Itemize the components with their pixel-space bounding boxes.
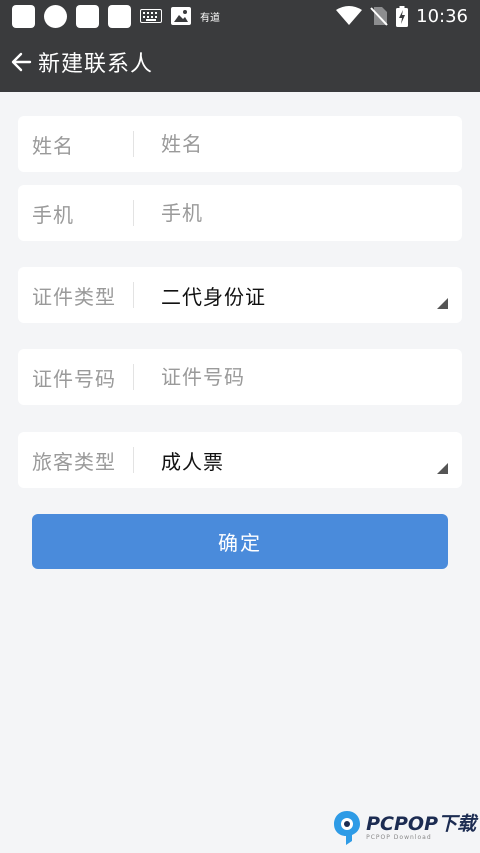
wifi-icon bbox=[336, 6, 363, 25]
system-icons: 10:36 bbox=[336, 5, 480, 27]
id-type-label: 证件类型 bbox=[32, 284, 116, 309]
dropdown-triangle-icon[interactable] bbox=[437, 463, 448, 474]
watermark-text-group: PCPOP下载 PCPOP Download bbox=[366, 813, 476, 842]
back-arrow-icon[interactable] bbox=[10, 51, 32, 73]
phone-row: 手机 bbox=[18, 185, 462, 241]
notification-app-icon bbox=[76, 4, 99, 28]
phone-input[interactable] bbox=[161, 201, 462, 225]
status-bar: 有道 10:36 bbox=[0, 0, 480, 32]
phone-label: 手机 bbox=[32, 202, 74, 227]
name-label: 姓名 bbox=[32, 133, 74, 158]
app-bar: 新建联系人 bbox=[0, 32, 480, 92]
divider bbox=[133, 364, 134, 390]
watermark-subtext: PCPOP Download bbox=[366, 834, 432, 841]
notification-app-icon bbox=[108, 4, 131, 28]
id-number-row: 证件号码 bbox=[18, 349, 462, 405]
passenger-type-row[interactable]: 旅客类型 成人票 bbox=[18, 432, 462, 488]
pcpop-logo-icon bbox=[334, 811, 361, 845]
notification-app-icon bbox=[12, 4, 35, 28]
battery-charging-icon bbox=[396, 5, 409, 27]
notification-icons: 有道 bbox=[0, 4, 220, 28]
watermark-text: PCPOP下载 bbox=[366, 813, 476, 835]
id-type-row[interactable]: 证件类型 二代身份证 bbox=[18, 267, 462, 323]
clock: 10:36 bbox=[416, 5, 468, 27]
watermark: PCPOP下载 PCPOP Download bbox=[332, 809, 476, 847]
youdao-notification-text: 有道 bbox=[200, 12, 220, 24]
divider bbox=[133, 282, 134, 308]
page-title: 新建联系人 bbox=[38, 52, 154, 77]
divider bbox=[133, 200, 134, 226]
confirm-button[interactable]: 确定 bbox=[32, 514, 448, 569]
id-number-label: 证件号码 bbox=[32, 366, 116, 391]
id-type-select[interactable]: 二代身份证 bbox=[161, 281, 462, 310]
passenger-type-select[interactable]: 成人票 bbox=[161, 446, 462, 475]
passenger-type-label: 旅客类型 bbox=[32, 449, 116, 474]
dropdown-triangle-icon[interactable] bbox=[437, 298, 448, 309]
keyboard-icon bbox=[140, 9, 162, 23]
no-sim-icon bbox=[370, 7, 388, 26]
divider bbox=[133, 447, 134, 473]
id-number-input[interactable] bbox=[161, 365, 462, 389]
name-row: 姓名 bbox=[18, 116, 462, 172]
name-input[interactable] bbox=[161, 132, 462, 156]
notification-circle-icon bbox=[44, 4, 67, 28]
image-icon bbox=[171, 7, 191, 25]
divider bbox=[133, 131, 134, 157]
